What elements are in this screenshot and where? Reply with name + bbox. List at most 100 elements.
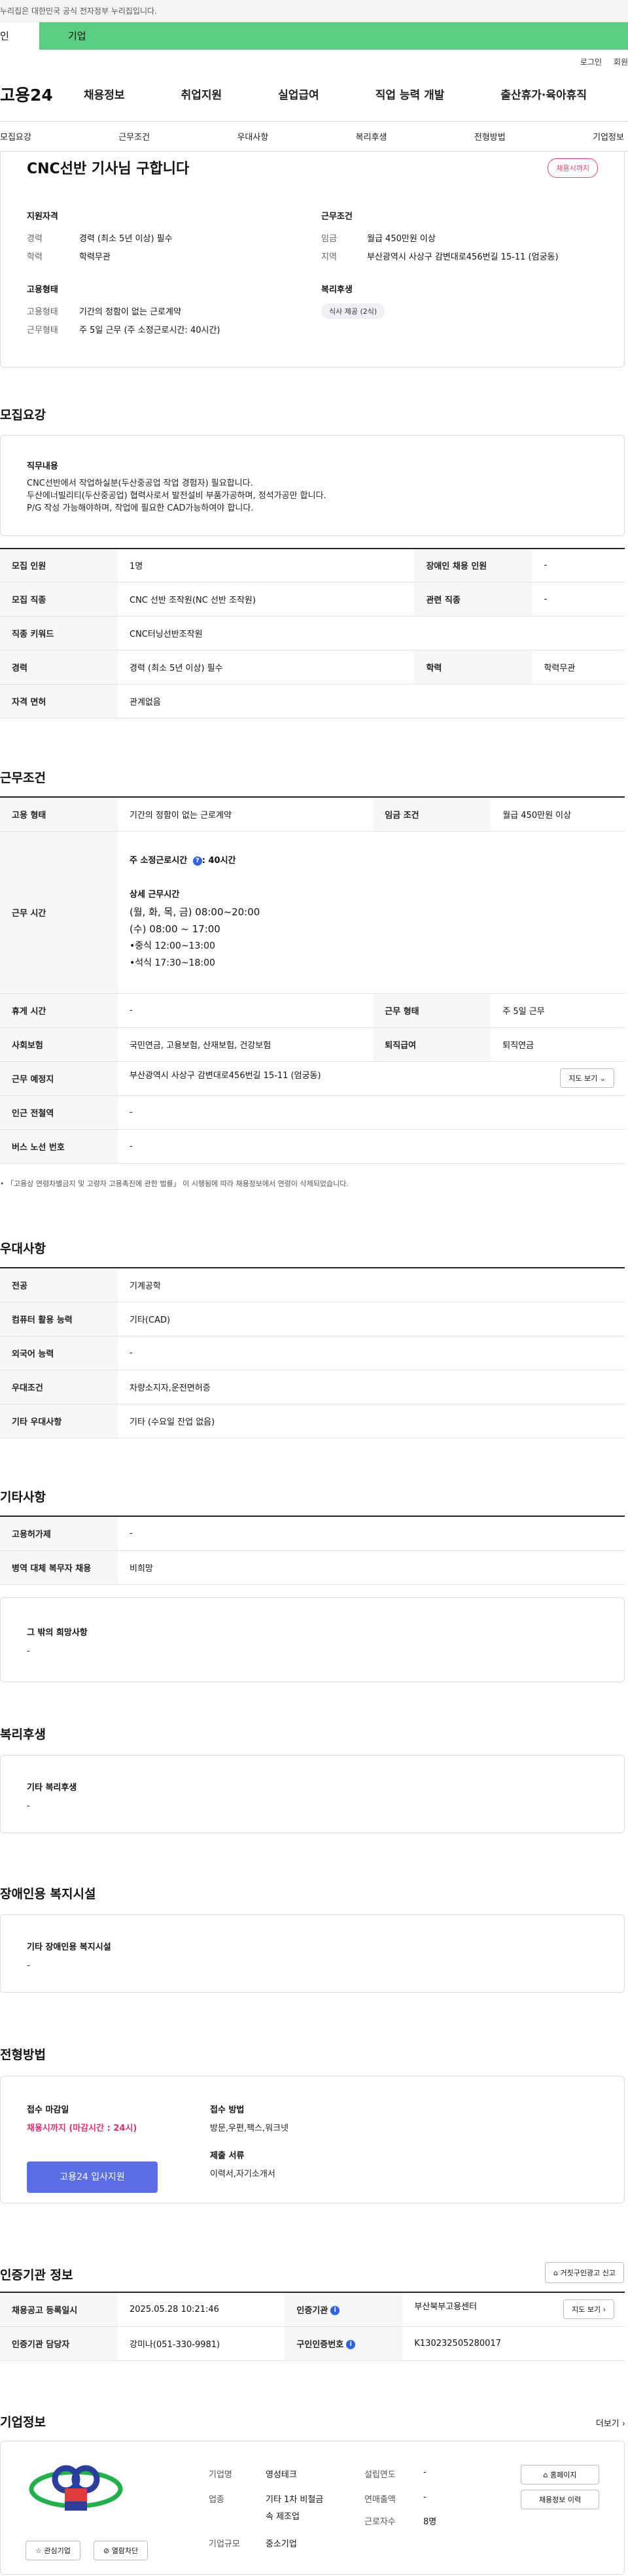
- summary-region: 지역 부산광역시 사상구 감변대로456번길 15-11 (엄궁동): [321, 252, 559, 262]
- table-row: 병역 대체 복무자 채용 비희망: [0, 1550, 625, 1585]
- conditions-section-title: 근무조건: [0, 771, 46, 785]
- conditions-table: 고용 형태 기간의 정함이 없는 근로계약 임금 조건 월급 450만원 이상 근무…: [0, 796, 625, 1164]
- method-heading: 접수 방법: [210, 2105, 245, 2115]
- homepage-button[interactable]: ⌂ 홈페이지: [521, 2465, 599, 2484]
- company-logo-graphic: [29, 2465, 123, 2511]
- block-icon: ⊘: [103, 2547, 110, 2555]
- selection-box: 접수 마감일 채용시까지 (마감시간 : 24시) 고용24 입사지원 접수 방…: [0, 2076, 625, 2203]
- agency-map-button[interactable]: 지도 보기 ›: [563, 2299, 614, 2320]
- info-icon[interactable]: ?: [192, 856, 202, 866]
- welfare-box-heading: 기타 복리후생: [27, 1783, 77, 1793]
- table-row: 컴퓨터 활용 능력 기타(CAD): [0, 1302, 625, 1336]
- disability-box-value: -: [27, 1961, 30, 1971]
- info-icon[interactable]: i: [346, 2340, 356, 2349]
- summary-wage: 임금 월급 450만원 이상: [321, 234, 436, 244]
- selection-section-title: 전형방법: [0, 2048, 46, 2062]
- table-row: 직종 키워드 CNC터닝선반조작원: [0, 616, 625, 651]
- summary-work-type: 근무형태 주 5일 근무 (주 소정근로시간: 40시간): [27, 326, 220, 335]
- recruit-history-button[interactable]: 채용정보 이력: [521, 2490, 599, 2509]
- login-link[interactable]: 로그인: [580, 58, 602, 67]
- welfare-section-title: 복리후생: [0, 1727, 46, 1742]
- conditions-heading: 근무조건: [321, 212, 353, 222]
- home-icon: ⌂: [543, 2471, 548, 2479]
- gnb-employment-support[interactable]: 취업지원: [181, 86, 222, 102]
- deadline-value: 채용시까지 (마감시간 : 24시): [27, 2124, 137, 2133]
- table-row: 인증기관 담당자 강미나(051-330-9981) 구인인증번호 i K13023…: [0, 2326, 625, 2361]
- anchor-conditions[interactable]: 근무조건: [118, 130, 150, 143]
- industry-value-2: 속 제조업: [266, 2512, 300, 2522]
- info-icon[interactable]: i: [330, 2306, 340, 2316]
- docs-heading: 제출 서류: [210, 2151, 245, 2161]
- gnb-vocational-training[interactable]: 직업 능력 개발: [375, 86, 445, 102]
- employment-type-heading: 고용형태: [27, 285, 58, 295]
- etc-section-title: 기타사항: [0, 1490, 46, 1504]
- deadline-heading: 접수 마감일: [27, 2105, 69, 2115]
- apply-button[interactable]: 고용24 입사지원: [27, 2161, 158, 2193]
- company-logo: [27, 2460, 125, 2518]
- company-size-label: 기업규모: [209, 2539, 240, 2549]
- table-row: 근무 예정지 부산광역시 사상구 감변대로456번길 15-11 (엄궁동) 지…: [0, 1061, 625, 1096]
- anchor-preference[interactable]: 우대사항: [237, 130, 268, 143]
- tab-company[interactable]: 기업: [39, 22, 628, 50]
- recruit-table: 모집 인원 1명 장애인 채용 인원 - 모집 직종 CNC 선반 조작원(NC 선반…: [0, 548, 625, 719]
- table-row: 근무 시간 주 소정근로시간 ?: 40시간 상세 근무시간 (월, 화, 목,…: [0, 831, 625, 994]
- docs-value: 이력서,자기소개서: [210, 2169, 275, 2179]
- duty-box: 직무내용 CNC선반에서 작업하실분(두산중공업 작업 경험자) 필요합니다. …: [0, 435, 625, 536]
- table-row: 휴게 시간 - 근무 형태 주 5일 근무: [0, 993, 625, 1028]
- block-view-button[interactable]: ⊘ 열람차단: [94, 2541, 148, 2560]
- anchor-selection[interactable]: 전형방법: [474, 130, 506, 143]
- interest-company-button[interactable]: ☆ 관심기업: [26, 2541, 80, 2560]
- industry-label: 업종: [209, 2495, 224, 2505]
- anchor-welfare[interactable]: 복리후생: [356, 130, 387, 143]
- status-badge: 채용시까지: [548, 158, 598, 178]
- utility-links: 로그인 회원: [0, 50, 628, 67]
- gov-notice-text: 누리집은 대한민국 공식 전자정부 누리집입니다.: [0, 7, 157, 16]
- anchor-company[interactable]: 기업정보: [593, 130, 624, 143]
- industry-value-1: 기타 1차 비철금: [266, 2495, 324, 2505]
- duty-line-1: CNC선반에서 작업하실분(두산중공업 작업 경험자) 필요합니다.: [27, 479, 253, 488]
- table-row: 외국어 능력 -: [0, 1336, 625, 1370]
- company-more-link[interactable]: 더보기 ›: [596, 2416, 625, 2429]
- table-row: 우대조건 차량소지자,운전면허증: [0, 1370, 625, 1404]
- table-row: 모집 인원 1명 장애인 채용 인원 -: [0, 549, 625, 583]
- duty-heading: 직무내용: [27, 462, 58, 471]
- work-place-cell: 부산광역시 사상구 감변대로456번길 15-11 (엄궁동) 지도 보기 ⌄: [118, 1061, 625, 1096]
- tab-personal[interactable]: 인: [0, 22, 39, 50]
- jobno-label-cell: 구인인증번호 i: [285, 2326, 403, 2361]
- table-row: 인근 전철역 -: [0, 1095, 625, 1130]
- summary-education: 학력 학력무관: [27, 252, 111, 262]
- table-row: 고용 형태 기간의 정함이 없는 근로계약 임금 조건 월급 450만원 이상: [0, 797, 625, 832]
- site-logo[interactable]: 고용24: [0, 82, 78, 106]
- join-link[interactable]: 회원: [614, 58, 628, 67]
- founded-value: -: [423, 2467, 427, 2477]
- qualification-heading: 지원자격: [27, 212, 58, 222]
- anchor-recruit[interactable]: 모집요강: [0, 130, 31, 143]
- house-icon: ⌂: [553, 2269, 559, 2277]
- false-ad-report-button[interactable]: ⌂ 거짓구인광고 신고: [545, 2262, 624, 2283]
- table-row: 사회보험 국민연금, 고용보험, 산재보험, 건강보험 퇴직급여 퇴직연금: [0, 1027, 625, 1062]
- recruit-section-title: 모집요강: [0, 408, 46, 422]
- other-wishes-value: -: [27, 1646, 30, 1656]
- duty-line-2: 두산에너빌리티(두산중공업) 협력사로서 발전설비 부품가공하며, 정석가공만 …: [27, 491, 326, 501]
- welfare-box-value: -: [27, 1801, 30, 1811]
- agency-value-cell: 부산북부고용센터 지도 보기 ›: [402, 2292, 625, 2327]
- company-section-title: 기업정보: [0, 2415, 46, 2430]
- gnb-jobs[interactable]: 채용정보: [84, 86, 125, 102]
- employees-value: 8명: [423, 2517, 437, 2527]
- preference-section-title: 우대사항: [0, 1242, 46, 1256]
- table-row: 버스 노선 번호 -: [0, 1129, 625, 1164]
- disability-section-title: 장애인용 복지시설: [0, 1887, 96, 1901]
- founded-label: 설립연도: [364, 2470, 396, 2480]
- welfare-chip: 식사 제공 (2식): [321, 303, 385, 319]
- chevron-down-icon: ⌄: [599, 1074, 606, 1083]
- company-name-value: 영성테크: [266, 2470, 297, 2480]
- duty-line-3: P/G 작성 가능해야하며, 작업에 필요한 CAD가능하여야 합니다.: [27, 503, 254, 513]
- gnb-unemployment-benefit[interactable]: 실업급여: [278, 86, 319, 102]
- map-view-button[interactable]: 지도 보기 ⌄: [560, 1068, 614, 1088]
- preference-table: 전공 기계공학 컴퓨터 활용 능력 기타(CAD) 외국어 능력 - 우대조건 차량소지…: [0, 1267, 625, 1438]
- summary-employment-type: 고용형태 기간의 정함이 없는 근로계약: [27, 307, 181, 317]
- gnb-parental-leave[interactable]: 출산휴가·육아휴직: [500, 86, 587, 102]
- chevron-right-icon: ›: [602, 2305, 606, 2314]
- user-type-tabs: 인 기업: [0, 22, 628, 50]
- revenue-label: 연매출액: [364, 2495, 396, 2505]
